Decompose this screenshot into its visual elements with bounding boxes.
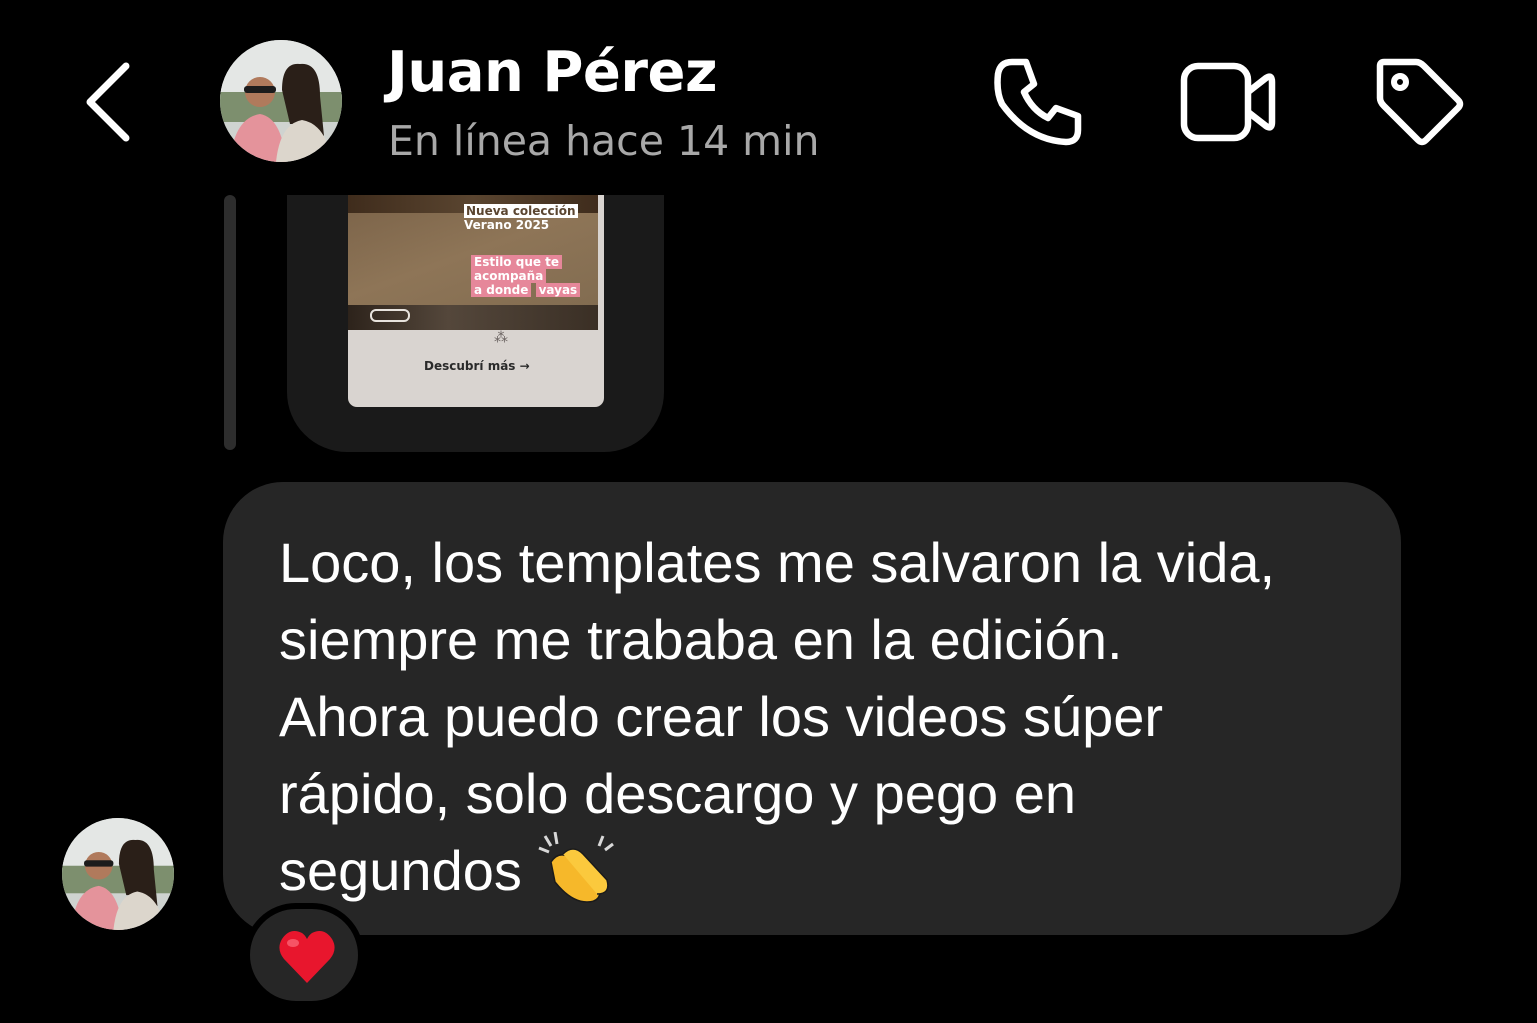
message-text: Loco, los templates me salvaron la vida,… (279, 531, 1276, 903)
post-decoration: ⁂ (494, 330, 508, 346)
contact-avatar[interactable] (220, 40, 342, 162)
clapping-hands-emoji-icon (538, 832, 615, 903)
sender-avatar[interactable] (62, 818, 174, 930)
heart-icon (279, 931, 335, 983)
tag-button[interactable] (1368, 52, 1468, 152)
heart-reaction[interactable] (244, 903, 364, 1007)
contact-name[interactable]: Juan Pérez (387, 40, 718, 105)
chat-header: Juan Pérez En línea hace 14 min (0, 0, 1537, 195)
post-subtitle: Estilo que te acompaña a donde vayas (471, 255, 581, 297)
post-cta-link[interactable]: Descubrí más → (424, 359, 530, 373)
chevron-left-icon (86, 62, 130, 142)
contact-status: En línea hace 14 min (388, 117, 820, 165)
video-camera-icon (1180, 62, 1276, 142)
post-image: Nueva colección Verano 2025 Estilo que t… (348, 195, 598, 330)
tag-icon (1376, 58, 1464, 146)
back-button[interactable] (78, 58, 142, 146)
shared-post-card[interactable]: Nueva colección Verano 2025 Estilo que t… (348, 195, 604, 407)
reply-thread-line (224, 195, 236, 450)
call-button[interactable] (988, 52, 1088, 152)
video-call-button[interactable] (1176, 52, 1276, 152)
message-bubble[interactable]: Loco, los templates me salvaron la vida,… (223, 482, 1401, 935)
post-title: Nueva colección Verano 2025 (464, 204, 578, 232)
phone-icon (994, 58, 1082, 146)
